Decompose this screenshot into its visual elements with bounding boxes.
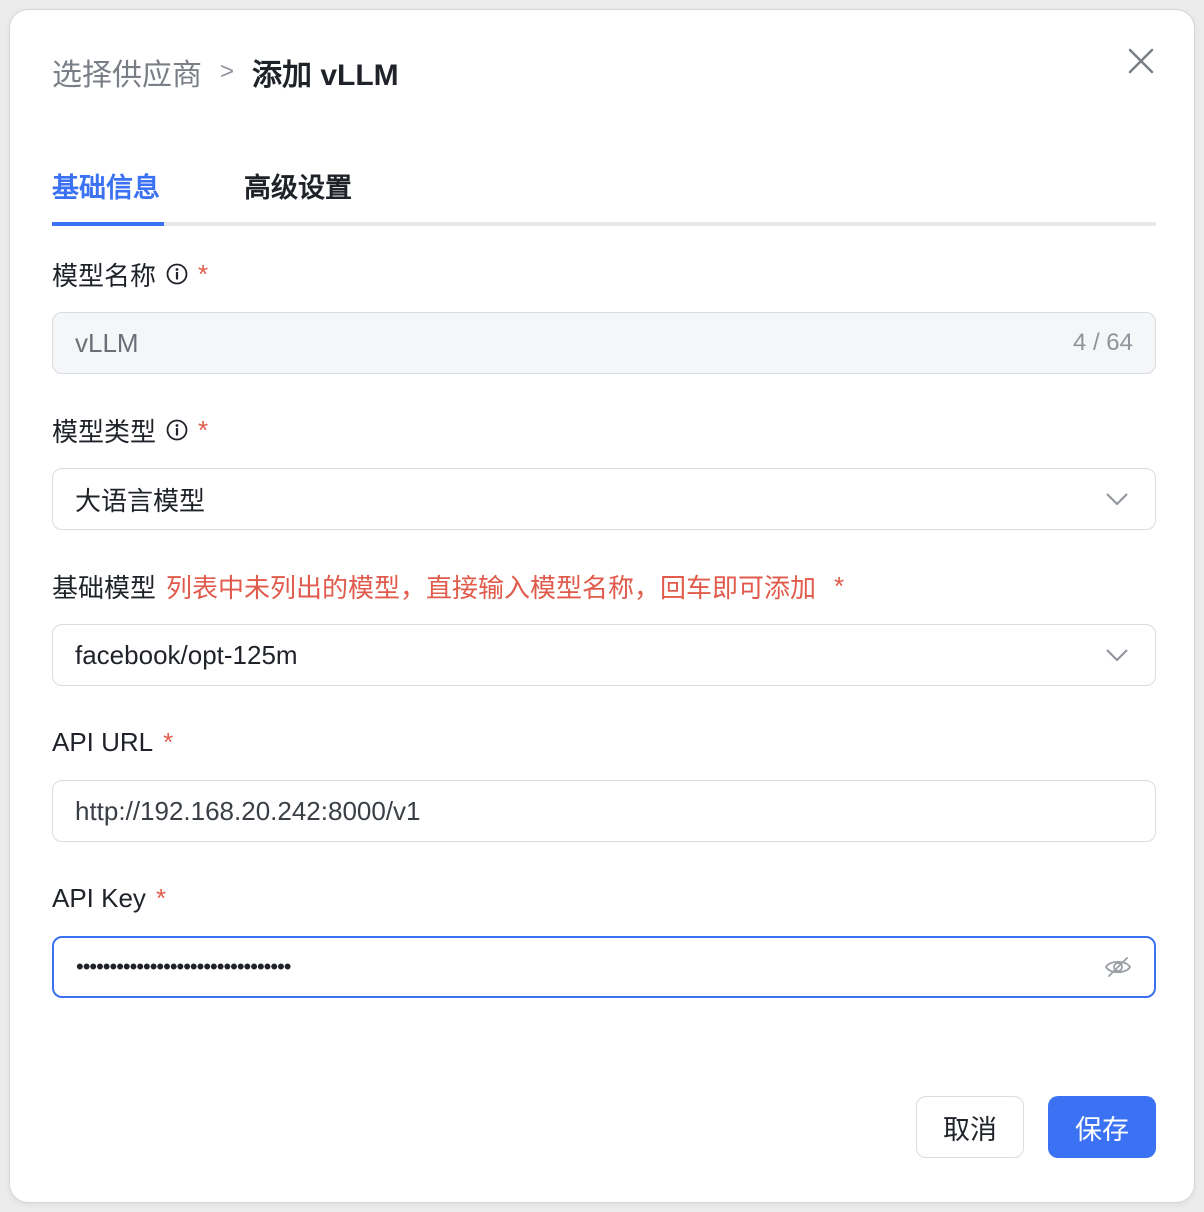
info-icon[interactable]: [166, 263, 188, 285]
base-model-select[interactable]: facebook/opt-125m: [52, 624, 1156, 686]
dialog-title: 添加 vLLM: [252, 59, 399, 92]
eye-off-icon[interactable]: [1104, 955, 1132, 979]
tab-bar: 基础信息 高级设置: [52, 160, 1156, 226]
close-icon[interactable]: [1124, 44, 1158, 78]
model-name-value: vLLM: [75, 327, 139, 358]
tab-advanced-settings[interactable]: 高级设置: [244, 166, 352, 205]
chevron-down-icon: [1106, 493, 1128, 505]
model-type-select[interactable]: 大语言模型: [52, 468, 1156, 530]
model-type-value: 大语言模型: [75, 485, 206, 516]
tab-basic-info[interactable]: 基础信息: [52, 166, 160, 205]
base-model-value: facebook/opt-125m: [75, 639, 298, 670]
api-key-masked-value: ••••••••••••••••••••••••••••••••: [76, 954, 291, 979]
model-name-field[interactable]: vLLM 4 / 64: [52, 312, 1156, 374]
chevron-down-icon: [1106, 649, 1128, 661]
breadcrumb-separator: >: [220, 58, 235, 85]
add-model-dialog: 选择供应商 > 添加 vLLM 基础信息 高级设置 模型名称 * vLLM 4 …: [10, 10, 1194, 1202]
info-icon[interactable]: [166, 419, 188, 441]
required-mark: *: [163, 726, 174, 757]
cancel-button[interactable]: 取消: [916, 1096, 1024, 1158]
required-mark: *: [198, 414, 209, 445]
api-url-input[interactable]: http://192.168.20.242:8000/v1: [52, 780, 1156, 842]
model-type-label-text: 模型类型: [52, 416, 157, 447]
base-model-hint: 列表中未列出的模型，直接输入模型名称，回车即可添加: [166, 572, 817, 603]
api-key-input[interactable]: ••••••••••••••••••••••••••••••••: [52, 936, 1156, 998]
required-mark: *: [155, 882, 167, 913]
breadcrumb-select-provider[interactable]: 选择供应商: [52, 50, 202, 94]
required-mark: *: [834, 570, 845, 601]
api-key-label: API Key *: [52, 880, 166, 916]
required-mark: *: [198, 258, 209, 289]
api-key-label-text: API Key: [52, 882, 146, 913]
api-url-label: API URL *: [52, 724, 173, 760]
breadcrumb: 选择供应商 > 添加 vLLM: [52, 50, 399, 94]
base-model-label: 基础模型 列表中未列出的模型，直接输入模型名称，回车即可添加 *: [52, 568, 844, 604]
api-url-value: http://192.168.20.242:8000/v1: [75, 795, 421, 826]
api-url-label-text: API URL: [52, 726, 154, 757]
model-name-label: 模型名称 *: [52, 256, 208, 292]
char-counter: 4 / 64: [1072, 329, 1133, 356]
save-button[interactable]: 保存: [1048, 1096, 1156, 1158]
model-type-label: 模型类型 *: [52, 412, 208, 448]
active-tab-indicator: [52, 222, 164, 226]
base-model-label-text: 基础模型: [52, 572, 157, 603]
model-name-label-text: 模型名称: [52, 260, 157, 291]
